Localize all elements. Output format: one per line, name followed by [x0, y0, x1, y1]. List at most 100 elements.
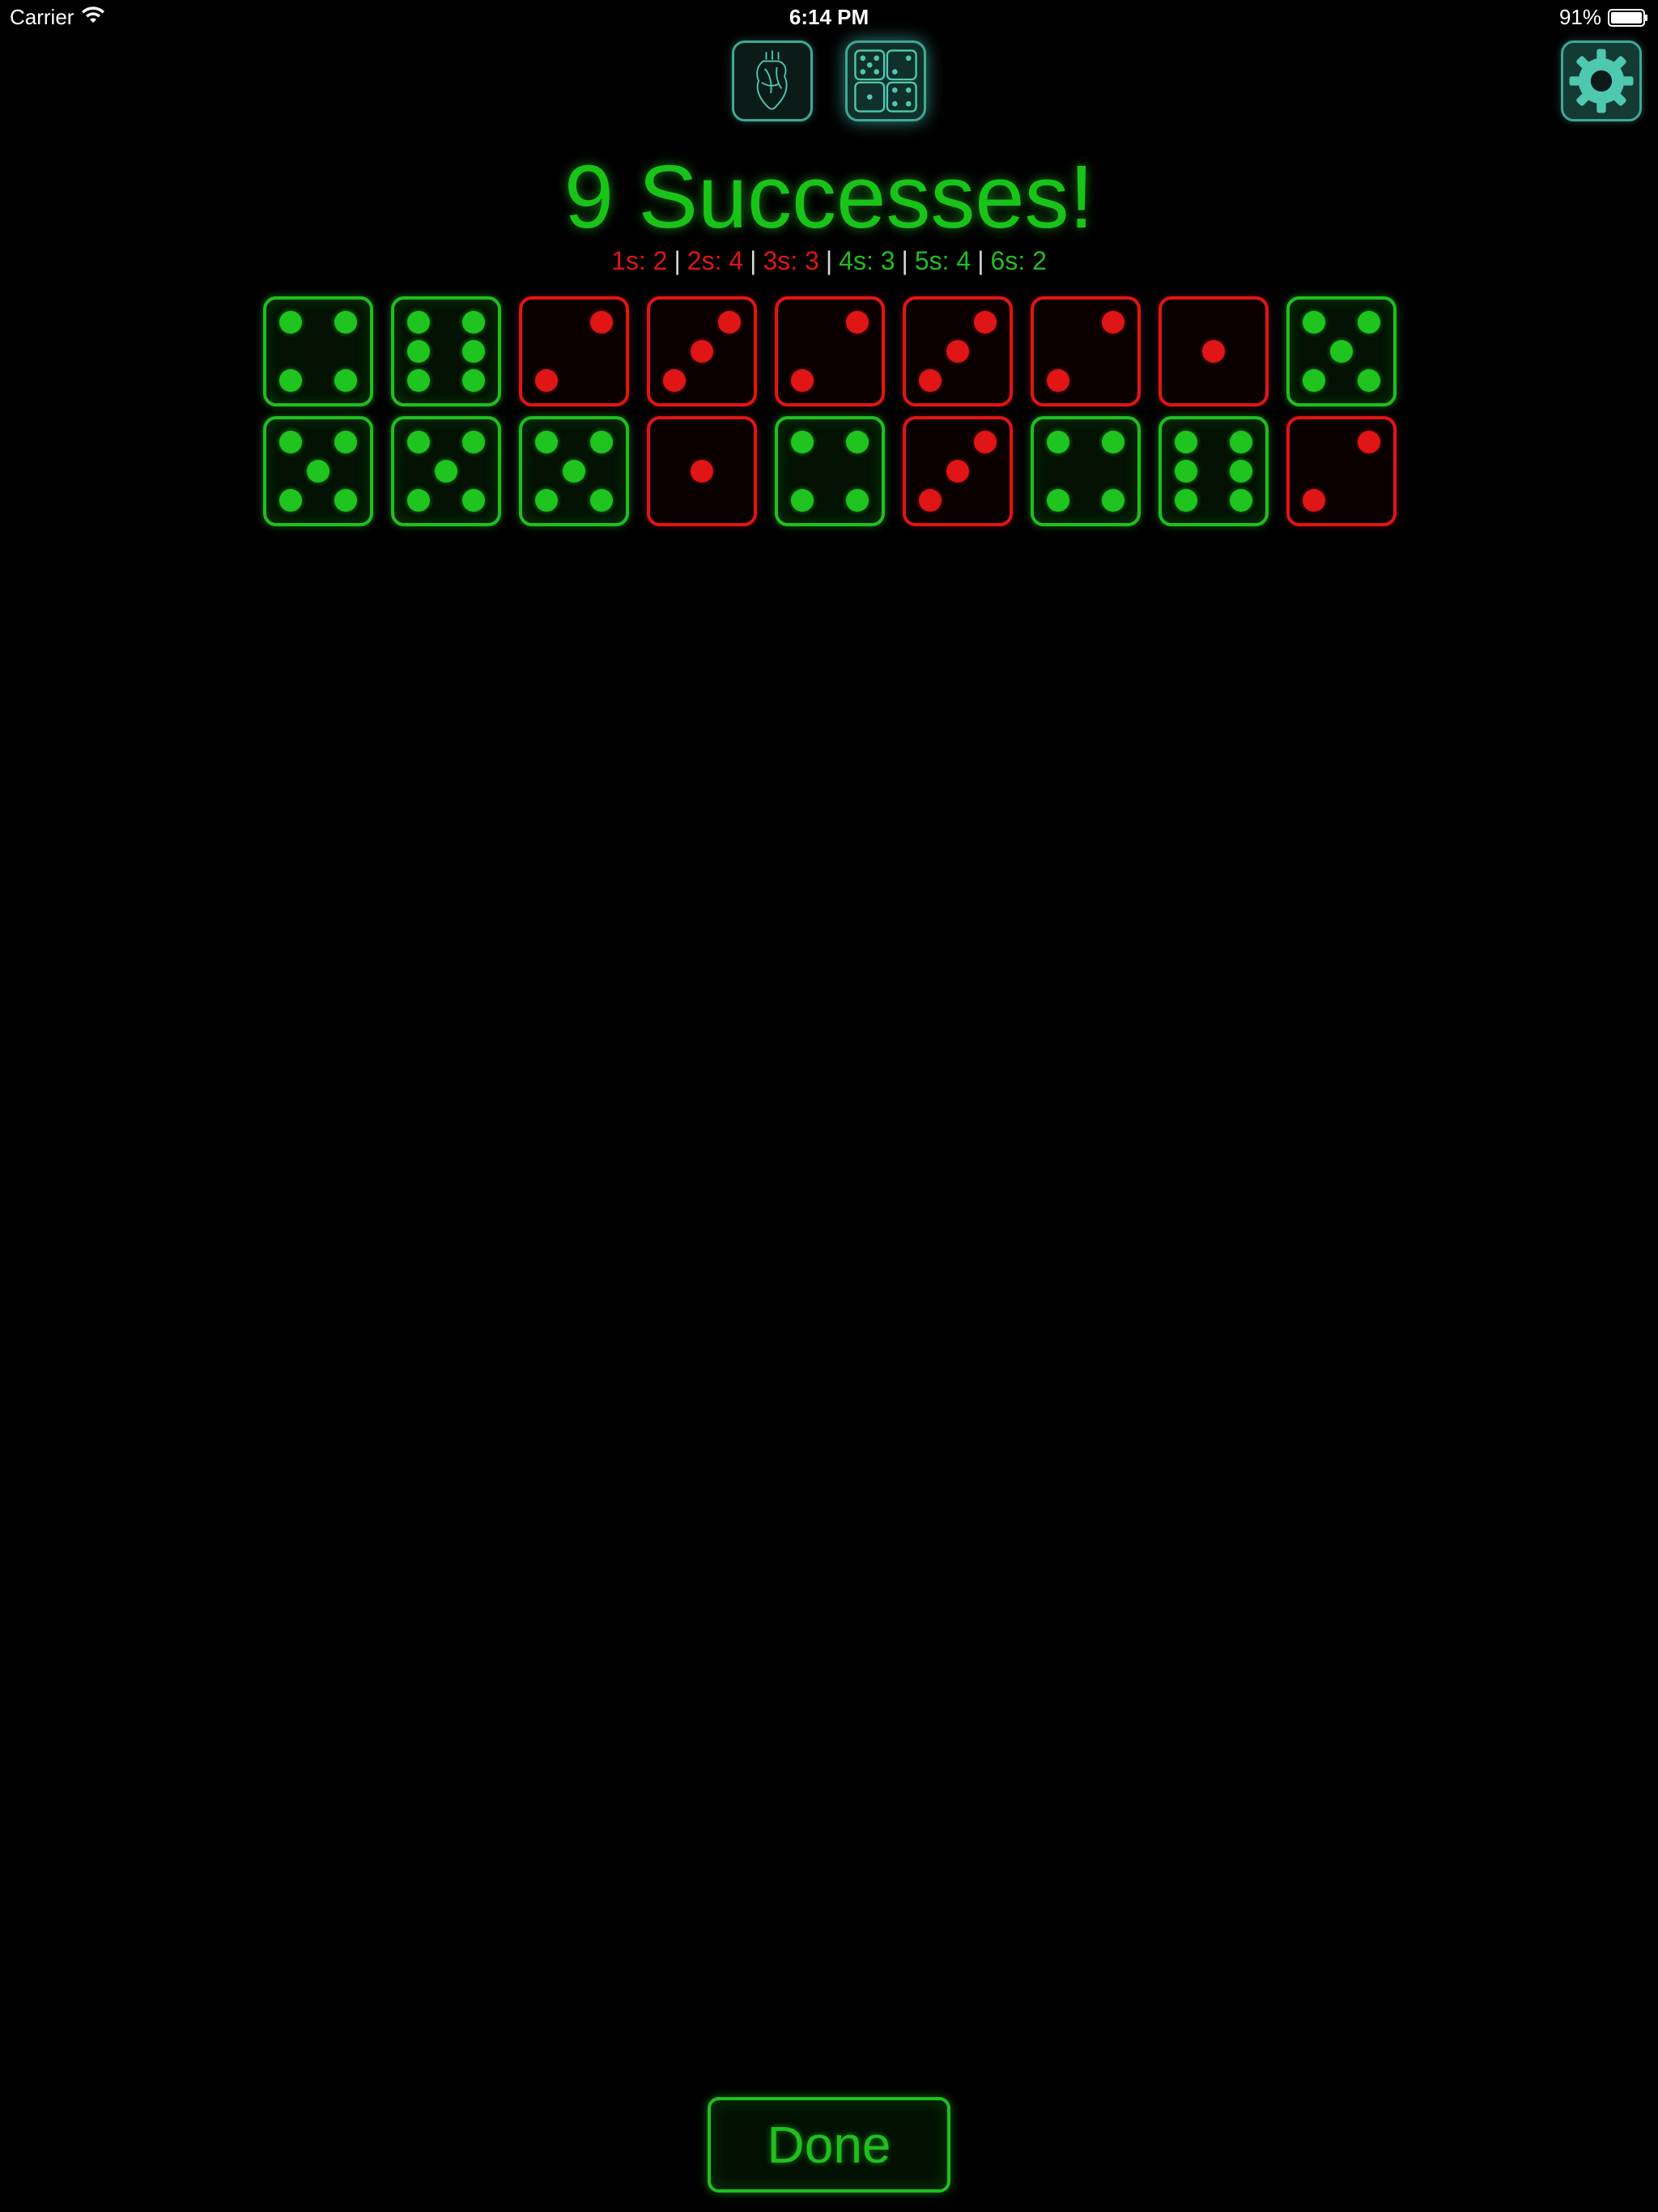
- die-pip: [1303, 311, 1325, 334]
- die-pip: [691, 460, 713, 483]
- die-pip: [791, 369, 814, 392]
- die-2[interactable]: [1031, 296, 1141, 406]
- die-pip: [334, 311, 357, 334]
- roll-summary: 1s: 2 | 2s: 4 | 3s: 3 | 4s: 3 | 5s: 4 | 6s: 2: [0, 246, 1658, 276]
- summary-count: 2s: 4: [687, 246, 744, 275]
- die-pip: [1175, 431, 1197, 453]
- status-time: 6:14 PM: [789, 5, 869, 29]
- die-pip: [1047, 489, 1069, 512]
- die-pip: [462, 431, 485, 453]
- die-pip: [590, 311, 613, 334]
- die-pip: [535, 369, 558, 392]
- die-5[interactable]: [391, 416, 501, 526]
- summary-separator: |: [901, 246, 908, 275]
- die-pip: [279, 431, 302, 453]
- die-pip: [691, 340, 713, 363]
- die-pip: [1175, 489, 1197, 512]
- die-pip: [462, 369, 485, 392]
- die-pip: [1102, 489, 1124, 512]
- summary-count: 4s: 3: [839, 246, 895, 275]
- heart-mode-button[interactable]: [732, 40, 813, 121]
- die-pip: [462, 311, 485, 334]
- battery-icon: [1608, 7, 1648, 27]
- die-pip: [919, 489, 942, 512]
- summary-separator: |: [674, 246, 681, 275]
- die-pip: [946, 340, 969, 363]
- die-pip: [718, 311, 741, 334]
- die-4[interactable]: [263, 296, 373, 406]
- die-pip: [1102, 311, 1124, 334]
- summary-separator: |: [750, 246, 757, 275]
- die-pip: [1102, 431, 1124, 453]
- die-pip: [279, 311, 302, 334]
- die-6[interactable]: [1158, 416, 1269, 526]
- summary-count: 3s: 3: [763, 246, 819, 275]
- summary-count: 6s: 2: [990, 246, 1047, 275]
- die-pip: [1303, 489, 1325, 512]
- die-pip: [663, 369, 686, 392]
- die-pip: [1303, 369, 1325, 392]
- dice-results-screen: Carrier 6:14 PM 91% 9 Successes! 1s: 2 |…: [0, 0, 1658, 2212]
- die-pip: [334, 489, 357, 512]
- die-pip: [974, 431, 997, 453]
- die-5[interactable]: [519, 416, 629, 526]
- die-pip: [307, 460, 329, 483]
- die-pip: [1330, 340, 1353, 363]
- die-pip: [974, 311, 997, 334]
- die-2[interactable]: [1286, 416, 1397, 526]
- die-pip: [279, 489, 302, 512]
- die-pip: [407, 431, 430, 453]
- die-pip: [435, 460, 457, 483]
- die-1[interactable]: [647, 416, 757, 526]
- die-pip: [590, 489, 613, 512]
- summary-count: 5s: 4: [914, 246, 971, 275]
- die-3[interactable]: [647, 296, 757, 406]
- battery-percentage: 91%: [1558, 5, 1601, 29]
- die-pip: [462, 489, 485, 512]
- die-pip: [1358, 431, 1380, 453]
- die-pip: [407, 340, 430, 363]
- die-pip: [791, 489, 814, 512]
- die-pip: [846, 489, 869, 512]
- summary-separator: |: [825, 246, 833, 275]
- die-pip: [946, 460, 969, 483]
- dice-grid: [263, 296, 1397, 526]
- die-pip: [563, 460, 585, 483]
- summary-separator: |: [977, 246, 984, 275]
- settings-button[interactable]: [1561, 40, 1642, 121]
- done-button[interactable]: Done: [708, 2097, 950, 2193]
- die-pip: [462, 340, 485, 363]
- die-pip: [846, 431, 869, 453]
- status-bar: Carrier 6:14 PM 91%: [0, 0, 1658, 34]
- die-5[interactable]: [263, 416, 373, 526]
- die-pip: [1230, 460, 1252, 483]
- die-3[interactable]: [903, 416, 1013, 526]
- summary-count: 1s: 2: [611, 246, 668, 275]
- die-4[interactable]: [1031, 416, 1141, 526]
- die-pip: [590, 431, 613, 453]
- die-pip: [1202, 340, 1225, 363]
- die-pip: [1230, 431, 1252, 453]
- result-title: 9 Successes!: [563, 147, 1095, 247]
- die-pip: [407, 311, 430, 334]
- die-2[interactable]: [775, 296, 885, 406]
- die-pip: [535, 489, 558, 512]
- die-3[interactable]: [903, 296, 1013, 406]
- die-5[interactable]: [1286, 296, 1397, 406]
- die-2[interactable]: [519, 296, 629, 406]
- die-pip: [535, 431, 558, 453]
- die-pip: [1358, 311, 1380, 334]
- die-pip: [919, 369, 942, 392]
- die-pip: [1175, 460, 1197, 483]
- die-1[interactable]: [1158, 296, 1269, 406]
- die-4[interactable]: [775, 416, 885, 526]
- die-pip: [1358, 369, 1380, 392]
- die-6[interactable]: [391, 296, 501, 406]
- dice-mode-button[interactable]: [845, 40, 926, 121]
- die-pip: [791, 431, 814, 453]
- die-pip: [334, 369, 357, 392]
- die-pip: [846, 311, 869, 334]
- die-pip: [1230, 489, 1252, 512]
- die-pip: [1047, 369, 1069, 392]
- die-pip: [279, 369, 302, 392]
